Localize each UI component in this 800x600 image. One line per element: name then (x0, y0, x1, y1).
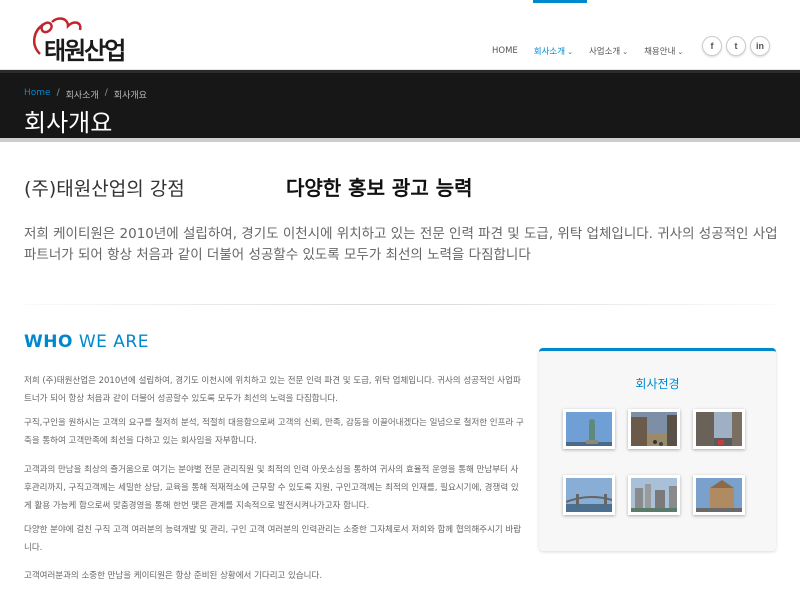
social-links: f t in (702, 36, 774, 56)
site-header: 태원산업 HOME 회사소개 ⌄ 사업소개 ⌄ 채용안내 ⌄ f t in (0, 0, 800, 70)
about-paragraph: 고객여러분과의 소중한 만남을 케이티원은 항상 준비된 상황에서 기다리고 있… (24, 571, 323, 581)
nav-item-home[interactable]: HOME (492, 46, 518, 56)
logo-text: 태원산업 (44, 37, 126, 65)
photo-thumbnail-statue-of-liberty[interactable] (563, 409, 615, 449)
breadcrumb-current: 회사개요 (113, 91, 147, 101)
linkedin-icon[interactable]: in (750, 36, 770, 56)
about-paragraph: 다양한 분야에 걸친 구직 고객 여러분의 능력개발 및 관리, 구인 고객 여… (24, 525, 522, 553)
nav-item-recruit[interactable]: 채용안내 ⌄ (644, 45, 683, 57)
who-we-are-heading: WHO WE ARE (24, 332, 149, 352)
site-logo[interactable]: 태원산업 (28, 14, 128, 65)
heading-bold-part: WHO (24, 332, 73, 352)
nav-item-company[interactable]: 회사소개 ⌄ (534, 45, 573, 57)
breadcrumb-separator: / (104, 88, 108, 98)
nav-item-label: 사업소개 (588, 47, 621, 57)
nav-item-label: 채용안내 (644, 47, 676, 57)
page-title-bar: Home / 회사소개 / 회사개요 회사개요 (0, 70, 800, 142)
photo-thumbnail-city-street[interactable] (693, 409, 745, 449)
page-title: 회사개요 (24, 109, 113, 137)
photo-thumbnail-city-square[interactable] (628, 409, 680, 449)
breadcrumb-parent: 회사소개 (65, 91, 99, 101)
twitter-icon[interactable]: t (726, 36, 746, 56)
facebook-icon[interactable]: f (702, 36, 722, 56)
photo-thumbnail-old-building[interactable] (693, 475, 745, 515)
photo-thumbnail-riverside-city[interactable] (628, 475, 680, 515)
about-paragraph: 구직,구인을 원하시는 고객의 요구를 철저히 분석, 적절히 대응함으로써 고… (24, 418, 524, 446)
company-photos-panel: 회사전경 (539, 348, 776, 551)
intro-highlight: 다양한 홍보 광고 능력 (286, 176, 473, 200)
breadcrumb-separator: / (56, 88, 60, 98)
main-nav: HOME 회사소개 ⌄ 사업소개 ⌄ 채용안내 ⌄ (492, 44, 699, 58)
section-divider (24, 304, 776, 305)
intro-lead-text: 저희 케이티원은 2010년에 설립하여, 경기도 이천시에 위치하고 있는 전… (24, 226, 778, 263)
heading-rest-part: WE ARE (78, 332, 149, 352)
photo-thumbnail-river-bridge[interactable] (563, 475, 615, 515)
chevron-down-icon: ⌄ (677, 48, 684, 56)
chevron-down-icon: ⌄ (567, 48, 573, 56)
breadcrumb-home-link[interactable]: Home (24, 88, 51, 101)
nav-item-label: 회사소개 (533, 47, 566, 57)
panel-title: 회사전경 (635, 377, 680, 391)
chevron-down-icon: ⌄ (622, 48, 629, 56)
intro-heading: (주)태원산업의 강점 (24, 178, 185, 200)
nav-item-label: HOME (492, 46, 518, 56)
breadcrumb: Home / 회사소개 / 회사개요 (24, 88, 147, 101)
about-paragraph: 고객과의 만남을 최상의 즐거움으로 여기는 분야별 전문 관리직원 및 최적의… (24, 465, 519, 511)
nav-active-indicator (533, 0, 587, 3)
about-paragraph: 저희 (주)태원산업은 2010년에 설립하여, 경기도 이천시에 위치하고 있… (24, 376, 521, 404)
nav-item-business[interactable]: 사업소개 ⌄ (589, 45, 628, 57)
